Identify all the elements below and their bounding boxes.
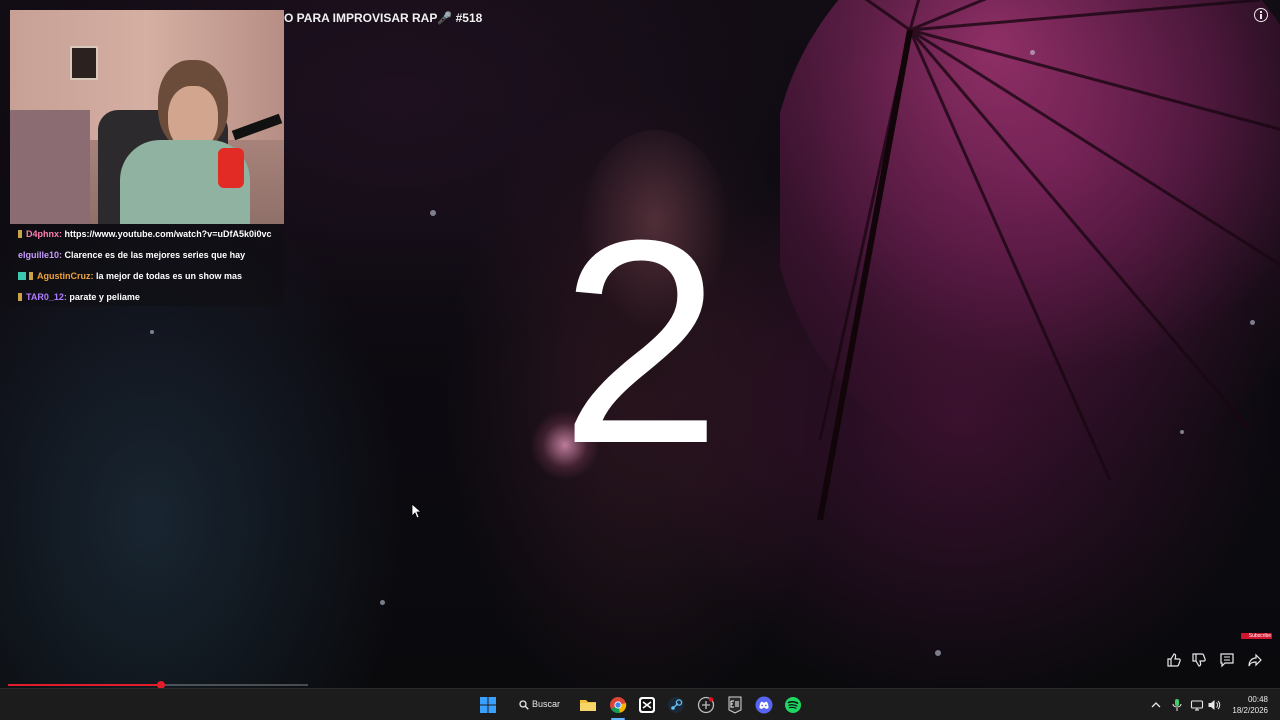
video-title[interactable]: O PARA IMPROVISAR RAP🎤 #518	[284, 11, 482, 25]
chat-message: D4phnx: https://www.youtube.com/watch?v=…	[10, 224, 284, 244]
taskbar-search-button[interactable]: Buscar	[513, 693, 571, 717]
snow-particle	[150, 330, 154, 334]
chat-text: parate y peliame	[69, 292, 140, 302]
game-controller-icon[interactable]	[697, 696, 715, 714]
steam-icon[interactable]	[667, 696, 685, 714]
webcam-microphone	[218, 148, 244, 188]
chat-message: elguille10: Clarence es de las mejores s…	[10, 245, 284, 265]
chat-username: AgustinCruz:	[37, 271, 94, 281]
snow-particle	[1180, 430, 1184, 434]
spotify-icon[interactable]	[784, 696, 802, 714]
epic-games-icon[interactable]	[726, 696, 744, 714]
video-umbrella	[780, 0, 1280, 521]
dislike-icon[interactable]	[1191, 652, 1207, 668]
discord-icon[interactable]	[755, 696, 773, 714]
like-icon[interactable]	[1166, 652, 1182, 668]
snow-particle	[430, 210, 436, 216]
chat-text: https://www.youtube.com/watch?v=uDfA5k0i…	[64, 229, 272, 239]
taskbar-clock[interactable]: 00:48 18/2/2026	[1222, 694, 1268, 716]
subscribe-watermark[interactable]: Subscribe	[1241, 633, 1272, 639]
windows-start-icon[interactable]	[479, 696, 497, 714]
clock-time: 00:48	[1247, 695, 1268, 704]
network-icon[interactable]	[1190, 698, 1204, 712]
webcam-picture-frame	[70, 46, 98, 80]
chrome-icon[interactable]	[609, 696, 627, 714]
search-icon	[519, 700, 529, 710]
share-icon[interactable]	[1247, 652, 1263, 668]
video-progress-bar[interactable]	[8, 681, 308, 689]
chevron-up-icon[interactable]	[1149, 698, 1163, 712]
chat-badge-icon	[18, 230, 22, 238]
mouse-cursor-icon	[411, 503, 421, 519]
progress-fill	[8, 684, 161, 686]
chat-text: Clarence es de las mejores series que ha…	[64, 250, 246, 260]
chat-badge-icon	[29, 272, 33, 280]
comments-icon[interactable]	[1219, 652, 1235, 668]
chat-message: TAR0_12: parate y peliame	[10, 287, 284, 307]
chat-text: la mejor de todas es un show mas	[96, 271, 243, 281]
snow-particle	[1030, 50, 1035, 55]
chat-username: TAR0_12:	[26, 292, 67, 302]
chat-badge-icon	[18, 293, 22, 301]
clock-date: 18/2/2026	[1232, 706, 1268, 715]
file-explorer-icon[interactable]	[579, 696, 597, 714]
snow-particle	[935, 650, 941, 656]
search-label: Buscar	[532, 699, 561, 709]
windows-taskbar: Buscar 00:48 18/2/2026	[0, 688, 1280, 720]
chat-username: D4phnx:	[26, 229, 62, 239]
microphone-icon[interactable]	[1170, 698, 1184, 712]
chat-username: elguille10:	[18, 250, 63, 260]
chat-message: AgustinCruz: la mejor de todas es un sho…	[10, 266, 284, 286]
countdown-number: 2	[560, 180, 722, 504]
chat-badge-icon	[18, 272, 26, 280]
info-icon[interactable]	[1254, 8, 1268, 22]
snow-particle	[380, 600, 385, 605]
webcam-bed	[10, 110, 90, 224]
snow-particle	[1250, 320, 1255, 325]
volume-icon[interactable]	[1207, 698, 1221, 712]
chat-overlay: D4phnx: https://www.youtube.com/watch?v=…	[10, 224, 284, 306]
webcam-overlay	[10, 10, 284, 224]
capcut-icon[interactable]	[638, 696, 656, 714]
